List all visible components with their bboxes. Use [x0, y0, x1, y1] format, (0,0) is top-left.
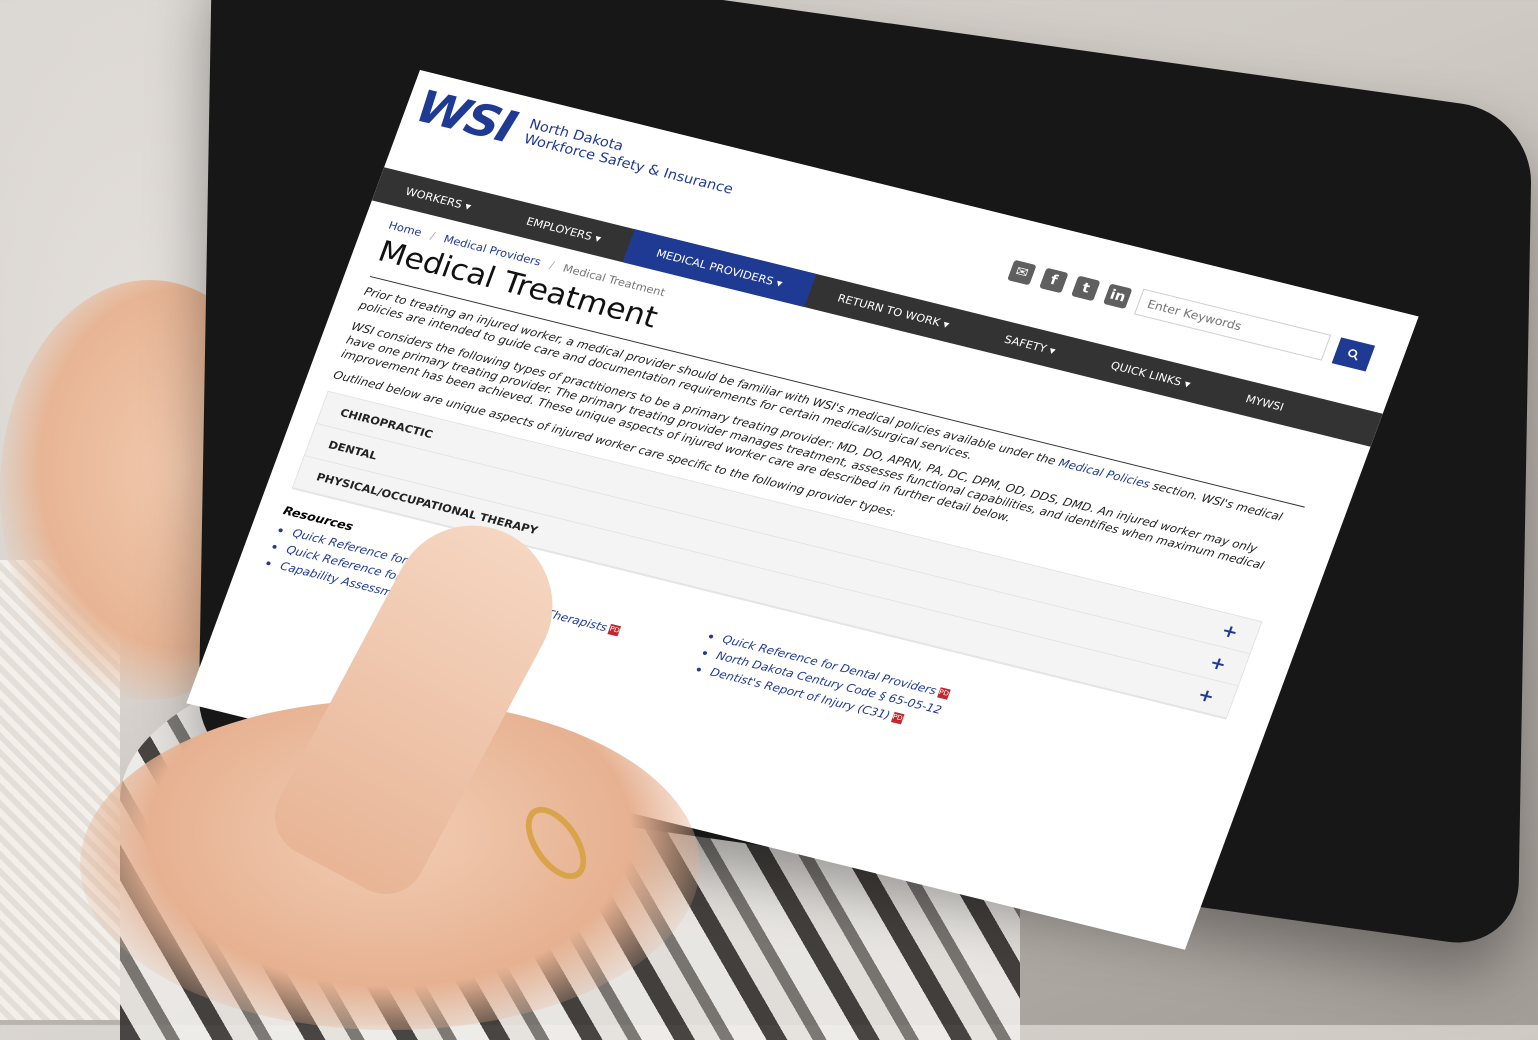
pdf-icon: PDF [937, 687, 955, 700]
facebook-icon[interactable]: f [1039, 267, 1069, 294]
expand-plus-icon[interactable]: + [1219, 620, 1241, 643]
linkedin-icon[interactable]: in [1103, 283, 1133, 310]
pdf-icon: PDF [607, 623, 625, 637]
search-icon [1348, 349, 1358, 361]
wsi-logo[interactable]: WSI [409, 80, 522, 153]
accordion-label: DENTAL [326, 438, 379, 462]
pdf-icon: PDF [890, 711, 908, 725]
breadcrumb-separator: / [547, 258, 556, 272]
twitter-icon[interactable]: t [1071, 275, 1101, 302]
breadcrumb-separator: / [428, 229, 437, 243]
expand-plus-icon[interactable]: + [1207, 652, 1229, 675]
expand-plus-icon[interactable]: + [1195, 684, 1217, 707]
medical-policies-link[interactable]: Medical Policies [1057, 456, 1152, 491]
